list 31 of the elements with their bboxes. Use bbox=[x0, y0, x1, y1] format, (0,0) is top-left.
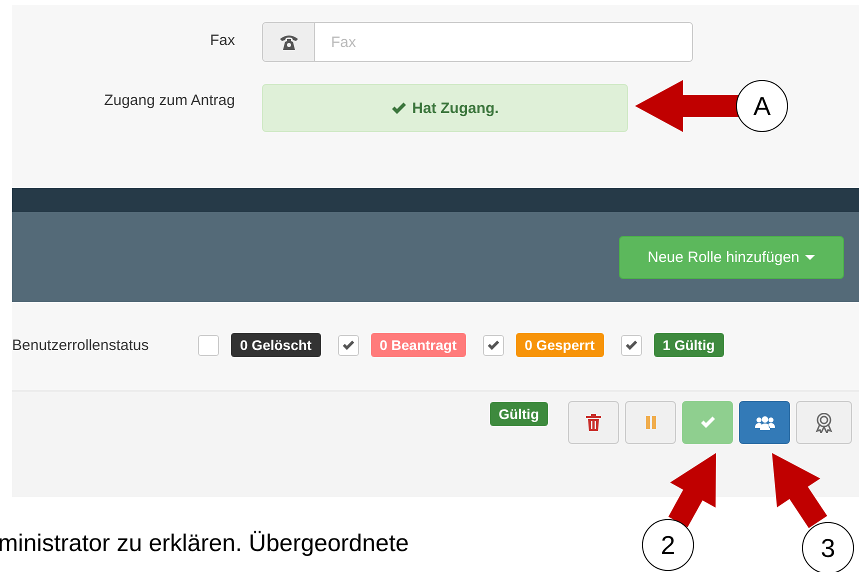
status-badge: 1 Gültig bbox=[654, 333, 724, 357]
award-icon bbox=[815, 412, 833, 432]
status-badge: 0 Gesperrt bbox=[516, 333, 604, 357]
checkbox[interactable] bbox=[338, 334, 359, 356]
check-icon bbox=[342, 340, 355, 350]
check-icon bbox=[391, 102, 408, 114]
checkbox[interactable] bbox=[198, 334, 219, 356]
pause-icon bbox=[646, 416, 656, 429]
add-role-button[interactable]: Neue Rolle hinzufügen bbox=[619, 236, 844, 279]
checkbox[interactable] bbox=[482, 334, 504, 356]
caret-icon bbox=[805, 255, 816, 260]
award-button[interactable] bbox=[796, 401, 852, 444]
status-badge: 0 Beantragt bbox=[370, 333, 466, 357]
field-label: Zugang zum Antrag bbox=[103, 91, 235, 109]
check-icon bbox=[486, 340, 500, 350]
status-badge: Gültig bbox=[490, 402, 548, 426]
status-label: Benutzerrollenstatus bbox=[12, 336, 150, 354]
callout-marker: 3 bbox=[802, 522, 854, 572]
check-icon bbox=[624, 340, 638, 350]
users-icon bbox=[754, 416, 774, 430]
status-badge: 0 Gelöscht bbox=[231, 333, 321, 357]
delete-icon bbox=[586, 414, 601, 431]
phone-icon bbox=[278, 33, 298, 51]
access-alert: Hat Zugang. bbox=[262, 84, 628, 132]
delete-button[interactable] bbox=[568, 401, 619, 444]
members-button[interactable] bbox=[739, 401, 790, 444]
check-icon bbox=[700, 416, 716, 429]
checkbox[interactable] bbox=[620, 334, 642, 356]
fax-field[interactable]: Fax bbox=[262, 22, 693, 62]
callout-marker: 2 bbox=[642, 519, 694, 571]
field-label: Fax bbox=[208, 31, 235, 49]
